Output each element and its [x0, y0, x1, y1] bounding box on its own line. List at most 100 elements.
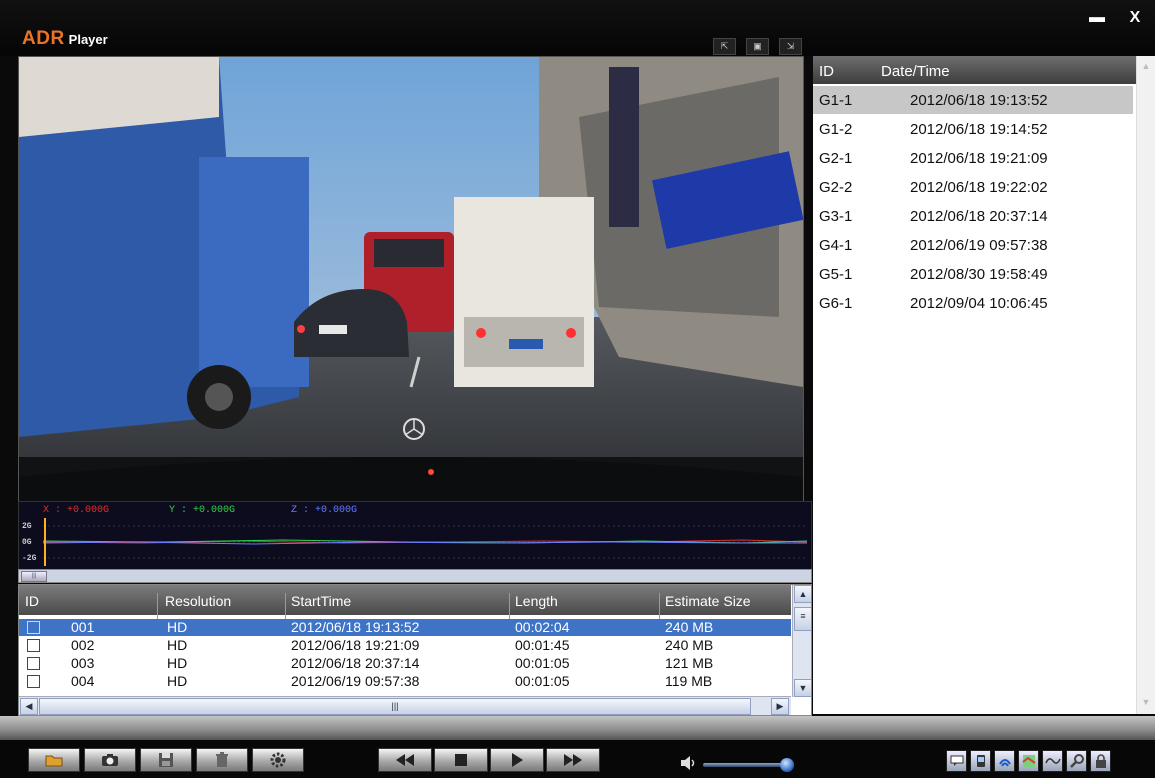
settings-button[interactable] — [252, 748, 304, 772]
event-row[interactable]: G1-1 2012/06/18 19:13:52 — [813, 86, 1133, 114]
event-datetime: 2012/06/18 19:14:52 — [910, 121, 1048, 138]
clip-checkbox[interactable] — [27, 657, 40, 670]
event-row[interactable]: G1-2 2012/06/18 19:14:52 — [813, 115, 1133, 143]
clip-size: 240 MB — [665, 619, 714, 635]
layout-full-button[interactable]: ⇲ — [779, 38, 802, 55]
stop-button[interactable] — [434, 748, 488, 772]
event-row[interactable]: G5-1 2012/08/30 19:58:49 — [813, 260, 1133, 288]
folder-icon — [45, 755, 63, 767]
event-row[interactable]: G6-1 2012/09/04 10:06:45 — [813, 289, 1133, 317]
gsensor-plot — [43, 518, 807, 566]
gsensor-z-label: Z : +0.000G — [291, 505, 358, 516]
event-row[interactable]: G4-1 2012/06/19 09:57:38 — [813, 231, 1133, 259]
gps-button[interactable] — [970, 750, 991, 772]
rewind-icon — [396, 754, 414, 766]
event-col-id[interactable]: ID — [819, 63, 834, 80]
fast-forward-button[interactable] — [546, 748, 600, 772]
clip-start: 2012/06/18 20:37:14 — [291, 655, 420, 671]
rewind-button[interactable] — [378, 748, 432, 772]
camera-icon — [102, 754, 118, 766]
clip-checkbox[interactable] — [27, 675, 40, 688]
clip-checkbox[interactable] — [27, 639, 40, 652]
clip-row[interactable]: 002 HD 2012/06/18 19:21:09 00:01:45 240 … — [19, 637, 791, 654]
graph-button[interactable] — [1042, 750, 1063, 772]
signal-icon — [998, 759, 1011, 767]
event-scroll-down-button[interactable]: ▼ — [1138, 694, 1154, 710]
app-subtitle: Player — [68, 32, 108, 47]
clip-table-vscroll[interactable]: ▲ ≡ ▼ — [792, 585, 811, 697]
map-icon — [1021, 755, 1036, 767]
scroll-left-button[interactable]: ◀ — [20, 698, 38, 715]
map-button[interactable] — [1018, 750, 1039, 772]
clip-col-length[interactable]: Length — [515, 593, 558, 609]
delete-button[interactable] — [196, 748, 248, 772]
clip-row[interactable]: 001 HD 2012/06/18 19:13:52 00:02:04 240 … — [19, 619, 791, 636]
clip-col-starttime[interactable]: StartTime — [291, 593, 351, 609]
signal-button[interactable] — [994, 750, 1015, 772]
clip-col-id[interactable]: ID — [25, 593, 39, 609]
event-datetime: 2012/06/18 20:37:14 — [910, 208, 1048, 225]
event-id: G5-1 — [819, 266, 853, 283]
snapshot-button[interactable] — [84, 748, 136, 772]
scroll-thumb[interactable]: ≡ — [794, 607, 811, 631]
volume-slider[interactable] — [703, 763, 789, 767]
clip-size: 121 MB — [665, 655, 714, 671]
event-row[interactable]: G2-1 2012/06/18 19:21:09 — [813, 144, 1133, 172]
volume-slider-knob[interactable] — [780, 758, 794, 772]
clip-row[interactable]: 004 HD 2012/06/19 09:57:38 00:01:05 119 … — [19, 673, 791, 690]
event-list-scrollbar[interactable]: ▲ ▼ — [1136, 56, 1155, 714]
lock-button[interactable] — [1090, 750, 1111, 772]
event-datetime: 2012/06/19 09:57:38 — [910, 237, 1048, 254]
scroll-up-button[interactable]: ▲ — [794, 585, 811, 603]
event-id: G2-1 — [819, 150, 853, 167]
chat-button[interactable] — [946, 750, 967, 772]
close-button[interactable]: X — [1122, 8, 1148, 28]
gsensor-tick-bottom: -2G — [22, 554, 37, 563]
video-frame[interactable] — [18, 56, 804, 502]
fast-forward-icon — [564, 754, 582, 766]
event-scroll-up-button[interactable]: ▲ — [1138, 58, 1154, 74]
layout-dual-button[interactable]: ▣ — [746, 38, 769, 55]
chat-icon — [950, 755, 963, 766]
clip-col-size[interactable]: Estimate Size — [665, 593, 751, 609]
minimize-button[interactable]: ▬ — [1084, 8, 1110, 28]
gsensor-scrollbar[interactable]: ||| — [18, 569, 812, 583]
hscroll-thumb[interactable]: ||| — [39, 698, 751, 715]
clip-col-resolution[interactable]: Resolution — [165, 593, 231, 609]
event-id: G3-1 — [819, 208, 853, 225]
clip-length: 00:02:04 — [515, 619, 570, 635]
search-button[interactable] — [1066, 750, 1087, 772]
layout-single-button[interactable]: ⇱ — [713, 38, 736, 55]
clip-id: 003 — [71, 655, 95, 671]
clip-id: 004 — [71, 673, 95, 689]
clip-id: 001 — [71, 619, 95, 635]
scroll-down-button[interactable]: ▼ — [794, 679, 811, 697]
volume-icon[interactable] — [680, 755, 698, 771]
clip-size: 240 MB — [665, 637, 714, 653]
clip-resolution: HD — [167, 619, 188, 635]
event-id: G4-1 — [819, 237, 853, 254]
event-datetime: 2012/08/30 19:58:49 — [910, 266, 1048, 283]
scroll-right-button[interactable]: ▶ — [771, 698, 789, 715]
title-bar — [0, 0, 1155, 56]
event-row[interactable]: G3-1 2012/06/18 20:37:14 — [813, 202, 1133, 230]
gsensor-tick-mid: 0G — [22, 538, 32, 547]
gps-icon — [976, 755, 985, 767]
clip-length: 00:01:45 — [515, 637, 570, 653]
clip-checkbox[interactable] — [27, 621, 40, 634]
save-button[interactable] — [140, 748, 192, 772]
clip-start: 2012/06/19 09:57:38 — [291, 673, 420, 689]
event-row[interactable]: G2-2 2012/06/18 19:22:02 — [813, 173, 1133, 201]
event-col-datetime[interactable]: Date/Time — [881, 63, 950, 80]
status-strip — [0, 716, 1155, 740]
clip-resolution: HD — [167, 637, 188, 653]
clip-row[interactable]: 003 HD 2012/06/18 20:37:14 00:01:05 121 … — [19, 655, 791, 672]
clip-length: 00:01:05 — [515, 655, 570, 671]
clip-table-hscroll[interactable]: ◀ ||| ▶ — [19, 696, 791, 715]
play-button[interactable] — [490, 748, 544, 772]
gsensor-tick-top: 2G — [22, 522, 32, 531]
clip-resolution: HD — [167, 673, 188, 689]
search-icon — [1069, 754, 1084, 768]
gsensor-scroll-thumb[interactable]: ||| — [21, 571, 47, 582]
open-folder-button[interactable] — [28, 748, 80, 772]
